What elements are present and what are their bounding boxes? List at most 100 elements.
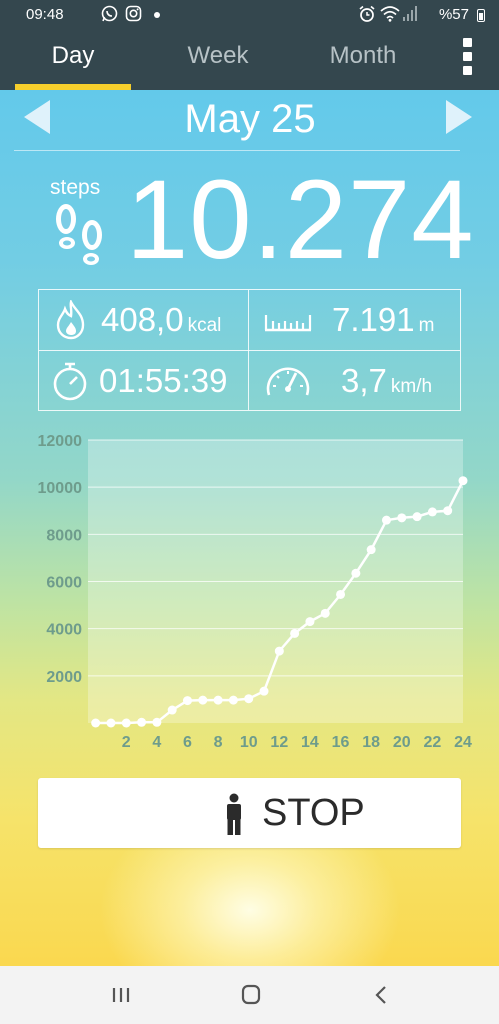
x-tick-label: 22 <box>423 734 441 751</box>
app-screen: 09:48 %57 Day Week Month May 25 steps 10… <box>0 0 499 1024</box>
steps-data-point <box>152 717 162 727</box>
system-navigation-bar <box>0 966 499 1024</box>
dot-icon <box>152 7 162 23</box>
x-tick-label: 12 <box>270 734 288 751</box>
y-tick-label: 12000 <box>38 433 83 450</box>
flame-icon <box>53 298 89 345</box>
tab-bar: Day Week Month <box>0 30 499 90</box>
steps-data-point <box>397 513 407 523</box>
steps-data-point <box>290 628 300 638</box>
ruler-icon <box>263 312 313 339</box>
back-button[interactable] <box>366 980 396 1010</box>
overflow-menu-button[interactable] <box>458 38 478 78</box>
y-tick-label: 6000 <box>46 575 82 592</box>
steps-data-point <box>259 686 269 696</box>
x-tick-label: 4 <box>152 734 161 751</box>
y-tick-label: 2000 <box>46 669 82 686</box>
steps-data-point <box>274 646 284 656</box>
calories-value: 408,0 <box>101 301 184 338</box>
menu-dot <box>463 66 472 75</box>
steps-chart-svg: 2000 4000 6000 8000 10000 12000 2 4 6 8 10 12 14 16 18… <box>38 433 473 751</box>
y-tick-label: 4000 <box>46 622 82 639</box>
steps-data-point <box>320 608 330 618</box>
y-tick-label: 8000 <box>46 527 82 544</box>
calories-unit: kcal <box>187 315 222 336</box>
back-icon <box>375 986 386 1004</box>
distance-text: 7.191 m <box>332 301 434 339</box>
date-navigation: May 25 <box>0 90 499 150</box>
y-tick-label: 10000 <box>38 480 83 497</box>
duration-stat: 01:55:39 <box>39 351 248 411</box>
x-tick-label: 20 <box>393 734 411 751</box>
stop-button-label: STOP <box>262 792 365 834</box>
steps-data-point <box>167 705 177 715</box>
recents-icon <box>112 988 130 1002</box>
previous-day-button[interactable] <box>24 100 54 136</box>
tab-week[interactable]: Week <box>160 30 276 90</box>
duration-value: 01:55:39 <box>99 362 228 399</box>
x-tick-label: 14 <box>301 734 319 751</box>
battery-percentage: %57 <box>438 6 469 23</box>
arrow-left-icon <box>24 100 50 134</box>
steps-data-point <box>137 717 147 727</box>
steps-data-point <box>351 568 361 578</box>
steps-data-point <box>336 589 346 599</box>
speed-value: 3,7 <box>341 362 387 399</box>
distance-unit: m <box>418 315 435 336</box>
signal-icon <box>402 5 418 25</box>
steps-data-point <box>244 694 254 704</box>
x-tick-label: 10 <box>240 734 258 751</box>
status-time: 09:48 <box>26 6 64 23</box>
recents-button[interactable] <box>106 980 136 1010</box>
steps-data-point <box>198 695 208 705</box>
steps-data-point <box>305 617 315 627</box>
stats-grid: 408,0 kcal 7.191 m 01:55:39 3,7 km/h <box>38 289 461 411</box>
steps-data-point <box>366 545 376 555</box>
menu-dot <box>463 38 472 47</box>
steps-data-point <box>381 515 391 525</box>
person-icon <box>222 793 246 835</box>
speed-stat: 3,7 km/h <box>249 351 460 411</box>
steps-chart: 2000 4000 6000 8000 10000 12000 2 4 6 8 10 12 14 16 18… <box>0 428 499 768</box>
steps-data-point <box>213 695 223 705</box>
steps-data-point <box>427 507 437 517</box>
arrow-right-icon <box>446 100 472 134</box>
steps-data-point <box>121 718 131 728</box>
divider <box>14 150 460 151</box>
alarm-icon <box>358 5 376 26</box>
menu-dot <box>463 52 472 61</box>
steps-data-point <box>228 695 238 705</box>
wifi-icon <box>380 5 400 25</box>
date-label: May 25 <box>184 97 316 141</box>
stop-button[interactable]: STOP <box>38 778 461 848</box>
steps-data-point <box>412 512 422 522</box>
tab-month[interactable]: Month <box>305 30 421 90</box>
x-tick-label: 8 <box>214 734 223 751</box>
speed-unit: km/h <box>390 376 433 397</box>
steps-count: 10.274 <box>126 157 475 282</box>
status-bar: 09:48 %57 <box>0 0 499 30</box>
stopwatch-icon <box>51 360 89 407</box>
calories-text: 408,0 kcal <box>101 301 221 339</box>
x-tick-label: 6 <box>183 734 192 751</box>
home-icon <box>241 984 261 1005</box>
x-tick-label: 2 <box>122 734 131 751</box>
home-button[interactable] <box>236 980 266 1010</box>
footprints-icon <box>50 203 110 271</box>
whatsapp-icon <box>101 5 118 25</box>
x-tick-label: 18 <box>362 734 380 751</box>
instagram-icon <box>125 5 142 25</box>
steps-data-point <box>91 718 101 728</box>
next-day-button[interactable] <box>446 100 476 136</box>
tab-day[interactable]: Day <box>15 30 131 90</box>
x-tick-label: 16 <box>332 734 350 751</box>
distance-stat: 7.191 m <box>249 290 460 350</box>
speed-text: 3,7 km/h <box>341 362 432 400</box>
battery-icon <box>477 9 485 22</box>
steps-label: steps <box>50 176 101 199</box>
calories-stat: 408,0 kcal <box>39 290 248 350</box>
distance-value: 7.191 <box>332 301 415 338</box>
steps-data-point <box>443 506 453 516</box>
steps-data-point <box>458 476 468 486</box>
speedometer-icon <box>263 361 313 406</box>
